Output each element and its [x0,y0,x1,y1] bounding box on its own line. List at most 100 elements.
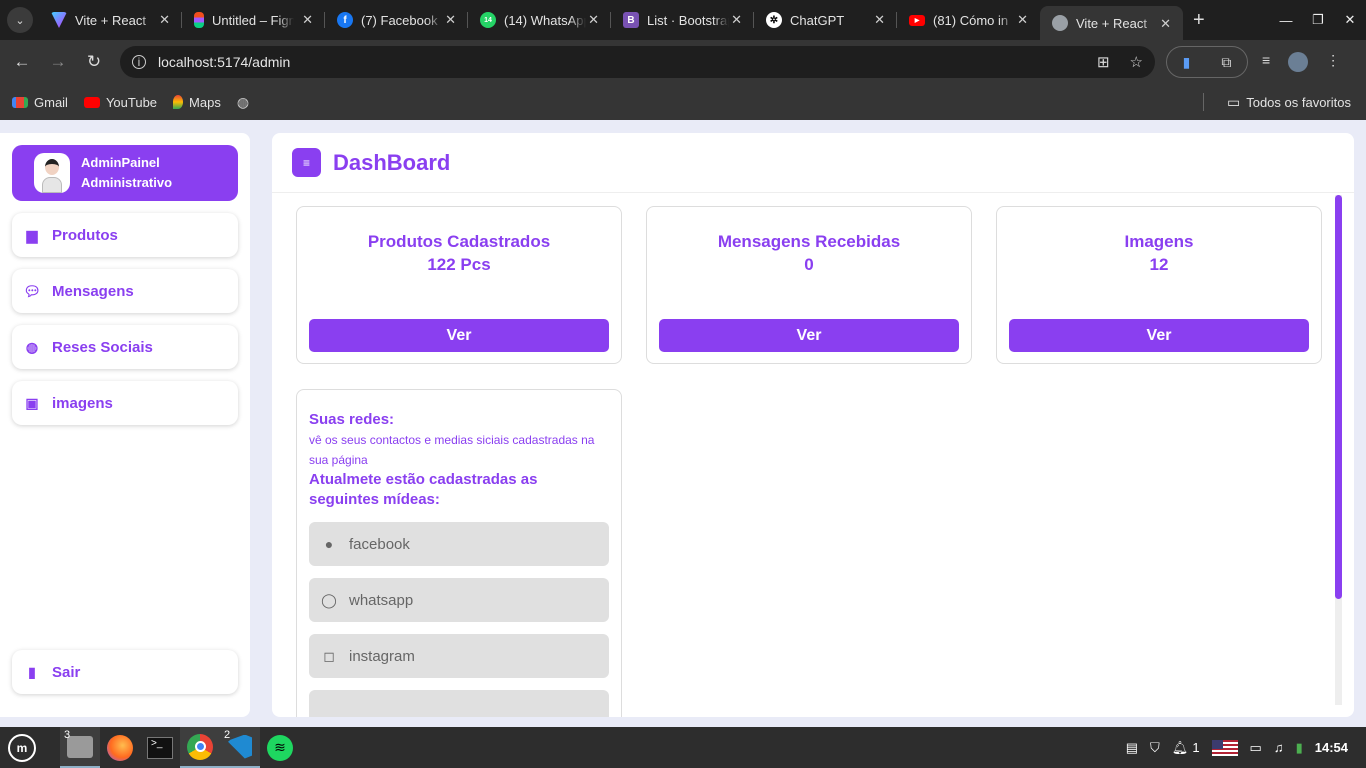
media-control-icon[interactable]: ≡ [1262,52,1270,72]
taskbar-terminal[interactable]: >_ [140,727,180,768]
sidebar-item-redes-sociais[interactable]: ◍ Reses Sociais [12,325,238,369]
close-icon[interactable]: ✕ [159,12,170,28]
display-icon[interactable]: ▭ [1250,740,1262,756]
social-networks-card: Suas redes: vê os seus contactos e media… [296,389,622,717]
sidebar: AdminPainel Administrativo ▆ Produtos 💬︎… [0,133,250,717]
logout-button[interactable]: ▮ Sair [12,650,238,694]
window-count: 2 [224,729,231,741]
globe-icon [1052,15,1068,31]
scrollbar[interactable] [1335,195,1342,705]
menu-kebab-icon[interactable]: ⋮ [1326,52,1340,72]
taskbar-files[interactable]: 3 [60,727,100,768]
social-item-whatsapp[interactable]: ◯ whatsapp [309,578,609,622]
folder-icon [67,735,93,758]
firefox-icon [107,734,133,761]
site-info-icon[interactable]: i [132,55,146,69]
sidebar-item-imagens[interactable]: ▣ imagens [12,381,238,425]
door-icon: ▮ [28,663,36,680]
sidebar-item-produtos[interactable]: ▆ Produtos [12,213,238,257]
spotify-icon: ≋ [267,734,293,761]
bookmark-gmail[interactable]: Gmail [12,95,68,110]
all-bookmarks-button[interactable]: ▭ Todos os favoritos [1227,94,1351,111]
social-item-instagram[interactable]: ◻ instagram [309,634,609,678]
tab-search-button[interactable]: ⌄ [7,7,33,33]
minimize-button[interactable]: — [1270,13,1302,28]
social-heading: Atualmete estão cadastradas as seguintes… [309,471,538,508]
browser-tab-active[interactable]: Vite + React ✕ [1040,6,1183,40]
bookmark-maps[interactable]: Maps [173,95,221,110]
menu-toggle-button[interactable]: ≡ [292,148,321,177]
main-panel: ≡ DashBoard Produtos Cadastrados 122 Pcs… [272,133,1354,717]
facebook-icon: f [337,12,353,28]
browser-tab[interactable]: ✲ ChatGPT ✕ [754,0,897,40]
extension-icon[interactable]: ▮ [1183,54,1191,71]
close-icon[interactable]: ✕ [1160,16,1171,32]
chrome-icon [187,733,213,760]
maximize-button[interactable]: ❐ [1302,12,1334,28]
close-icon[interactable]: ✕ [588,12,599,28]
scrollbar-thumb[interactable] [1335,195,1342,599]
forward-button[interactable]: → [40,52,76,72]
reload-button[interactable]: ↻ [76,52,112,72]
browser-tab[interactable]: Untitled – Figma ✕ [182,0,325,40]
bookmark-star-icon[interactable]: ☆ [1130,53,1143,71]
taskbar-firefox[interactable] [100,727,140,768]
tab-title: Untitled – Figma [212,12,294,28]
bookmark-youtube[interactable]: YouTube [83,95,157,110]
image-icon: ▣ [25,394,39,411]
vscode-icon [228,734,252,759]
mint-logo-icon: m [8,733,36,762]
clipboard-icon[interactable]: ▤ [1126,740,1138,756]
close-icon[interactable]: ✕ [1017,12,1028,28]
browser-tab[interactable]: 14 (14) WhatsApp ✕ [468,0,611,40]
new-tab-button[interactable]: + [1193,9,1205,32]
battery-icon[interactable]: ▮ [1296,740,1303,756]
social-title: Suas redes: [309,411,395,428]
close-icon[interactable]: ✕ [731,12,742,28]
all-bookmarks-label: Todos os favoritos [1246,95,1351,110]
puzzle-icon[interactable]: ⧉ [1221,54,1231,71]
bookmark-label: Gmail [34,94,68,110]
social-item-label: instagram [349,647,415,665]
taskbar-spotify[interactable]: ≋ [260,727,300,768]
browser-toolbar: ← → ↻ i localhost:5174/admin ⊞ ☆ ▮ ⧉ ≡ ⋮ [0,40,1366,84]
close-icon[interactable]: ✕ [445,12,456,28]
card-value: 122 Pcs [427,255,491,274]
translate-icon[interactable]: ⊞ [1097,53,1110,71]
shield-icon[interactable]: ⛉ [1150,740,1160,756]
start-menu-button[interactable]: m [2,727,42,768]
close-icon[interactable]: ✕ [302,12,313,28]
bookmark-globe[interactable]: ◍ [237,94,249,111]
browser-tab[interactable]: f (7) Facebook ✕ [325,0,468,40]
music-icon[interactable]: ♫ [1274,740,1284,755]
close-window-button[interactable]: ✕ [1334,12,1366,28]
back-button[interactable]: ← [4,52,40,72]
view-button[interactable]: Ver [1009,319,1309,352]
url-text[interactable]: localhost:5174/admin [158,54,290,70]
browser-tab-strip: ⌄ Vite + React ✕ Untitled – Figma ✕ f (7… [0,0,1366,40]
keyboard-layout-flag-icon[interactable] [1211,739,1238,756]
user-role: Administrativo [81,175,173,190]
social-item-facebook[interactable]: ● facebook [309,522,609,566]
clock[interactable]: 14:54 [1315,740,1348,755]
taskbar-vscode[interactable]: 2 [220,727,260,768]
logout-label: Sair [52,663,81,681]
youtube-icon [83,96,100,108]
social-item-partial[interactable] [309,690,609,717]
browser-tab[interactable]: Vite + React ✕ [39,0,182,40]
browser-tab[interactable]: B List · Bootstrap ✕ [611,0,754,40]
sidebar-item-mensagens[interactable]: 💬︎ Mensagens [12,269,238,313]
close-icon[interactable]: ✕ [874,12,885,28]
bell-icon[interactable]: 🔔︎ [1172,740,1189,756]
tab-title: (7) Facebook [361,12,438,28]
extensions-group: ▮ ⧉ [1166,46,1248,78]
browser-tab[interactable]: ▶ (81) Cómo in ✕ [897,0,1040,40]
view-button[interactable]: Ver [309,319,609,352]
profile-avatar[interactable] [1288,52,1309,72]
globe-icon: ◍ [236,93,250,110]
taskbar-chrome[interactable] [180,727,220,768]
sidebar-item-label: Reses Sociais [52,338,153,356]
view-button[interactable]: Ver [659,319,959,352]
address-bar[interactable]: i localhost:5174/admin ⊞ ☆ [120,46,1155,78]
bookmark-label: Maps [189,94,221,110]
